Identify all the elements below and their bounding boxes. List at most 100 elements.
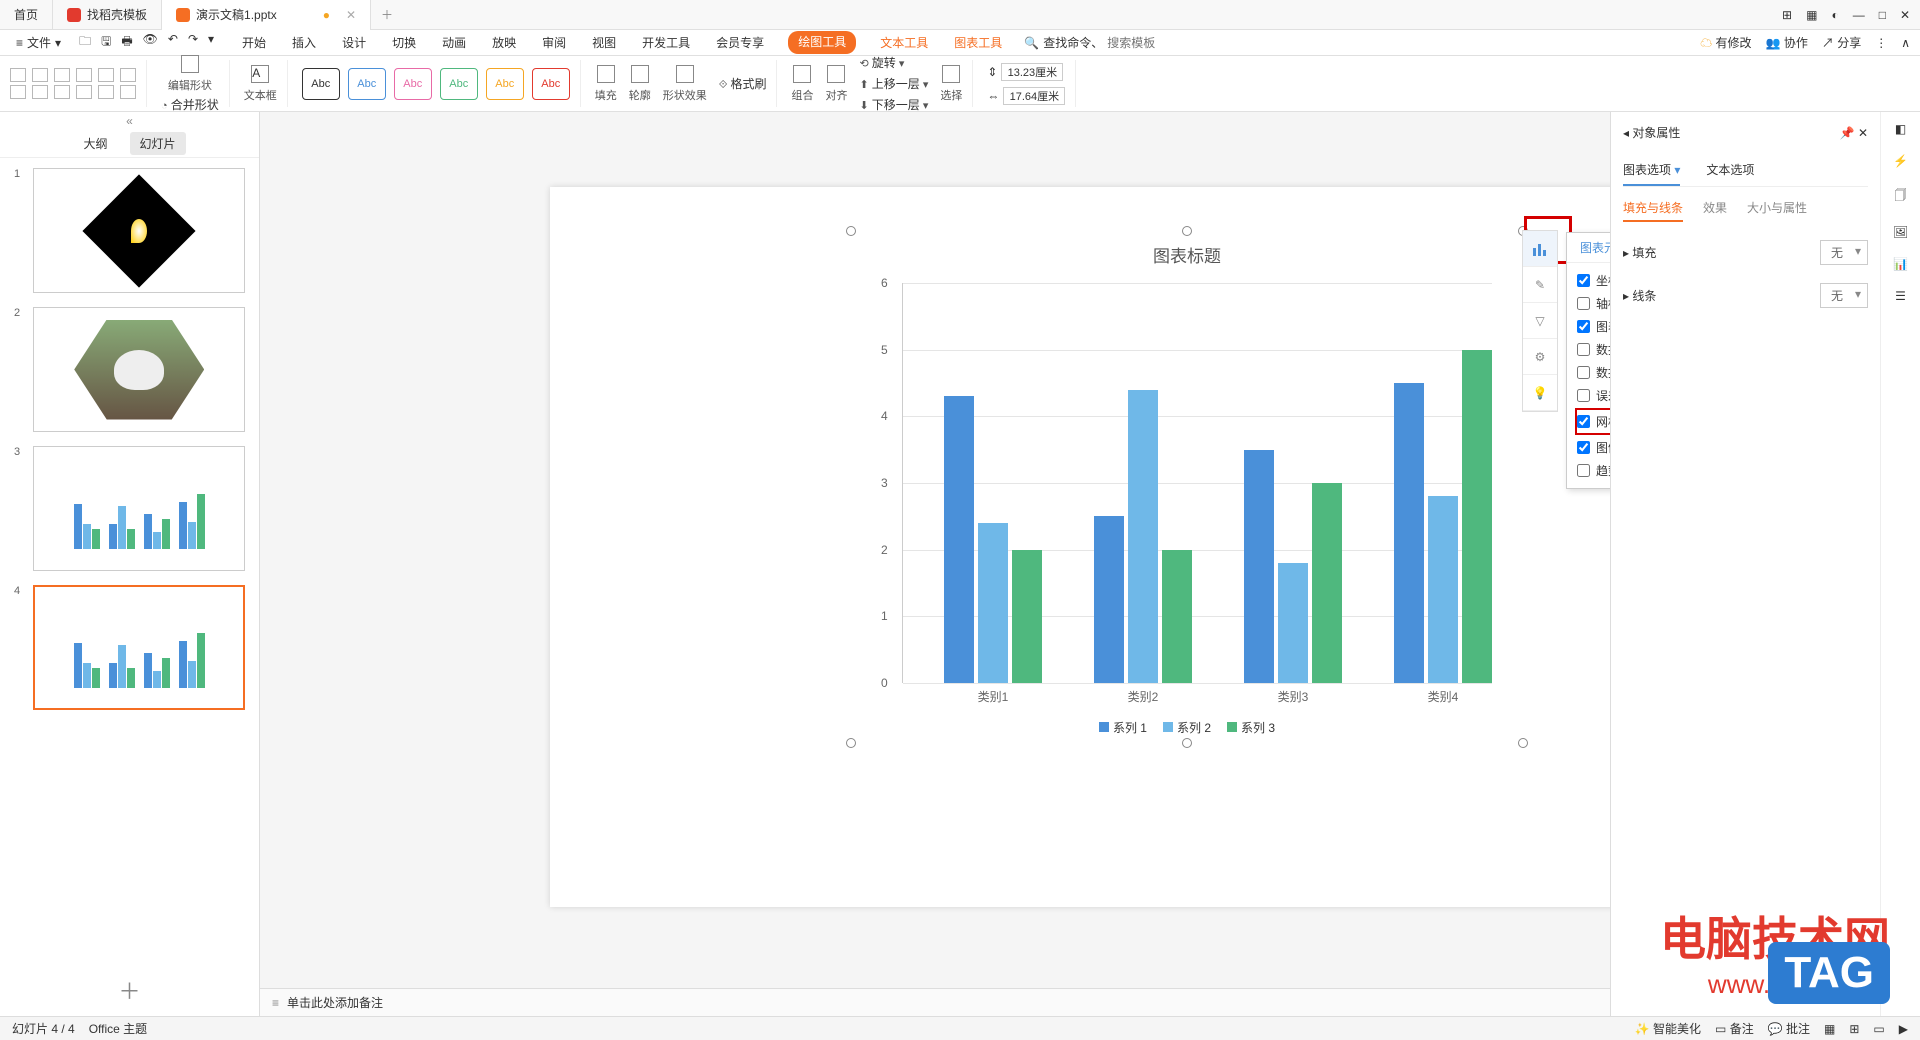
outline-button[interactable]: 轮廓 [629, 65, 651, 103]
coop-button[interactable]: 👥 协作 [1766, 34, 1808, 51]
chart-legend[interactable]: 系列 1系列 2系列 3 [852, 719, 1522, 736]
tab-add[interactable]: ＋ [371, 6, 403, 23]
save-icon[interactable]: 🖫 [101, 32, 111, 53]
slide-thumb-2[interactable] [33, 307, 245, 432]
tab-slideshow[interactable]: 放映 [490, 31, 518, 54]
notes-button[interactable]: ▭ 备注 [1715, 1020, 1754, 1037]
chart-options-tab[interactable]: 图表选项 ▾ [1623, 155, 1680, 186]
slides-tab[interactable]: 幻灯片 [130, 132, 186, 155]
maximize-icon[interactable]: □ [1879, 8, 1886, 22]
slide-canvas[interactable]: 图表标题 0123456类别1类别2类别3类别4 系列 1系列 2系列 3 ✎ … [260, 112, 1610, 1016]
chart-element-网格线[interactable]: 网格线 [1575, 408, 1610, 435]
fill-button[interactable]: 填充 [595, 65, 617, 103]
more-icon[interactable]: ⋮ [1875, 36, 1887, 50]
user-icon[interactable]: ◐ [1831, 8, 1838, 22]
shapes-gallery[interactable] [10, 60, 147, 107]
tab-document[interactable]: 演示文稿1.pptx●✕ [162, 0, 371, 30]
effect-subtab[interactable]: 效果 [1703, 199, 1727, 222]
slide-thumb-1[interactable] [33, 168, 245, 293]
tab-view[interactable]: 视图 [590, 31, 618, 54]
tab-review[interactable]: 审阅 [540, 31, 568, 54]
fill-select[interactable]: 无 [1820, 240, 1868, 265]
size-prop-subtab[interactable]: 大小与属性 [1747, 199, 1807, 222]
width-input[interactable] [1003, 87, 1065, 105]
open-icon[interactable]: 🗀 [79, 32, 91, 53]
format-painter[interactable]: ⟐ 格式刷 [719, 75, 767, 92]
select-button[interactable]: 选择 [940, 65, 962, 103]
chart-element-误差线[interactable]: 误差线 [1577, 384, 1610, 407]
chart-object[interactable]: 图表标题 0123456类别1类别2类别3类别4 系列 1系列 2系列 3 ✎ … [852, 232, 1522, 742]
view-reading-icon[interactable]: ▭ [1873, 1022, 1884, 1036]
apps-icon[interactable]: ▦ [1806, 8, 1817, 22]
textbox-label[interactable]: 文本框 [244, 87, 277, 103]
search-input[interactable] [1107, 36, 1227, 50]
beauty-button[interactable]: ✨ 智能美化 [1635, 1020, 1701, 1037]
style-6[interactable]: Abc [532, 68, 570, 100]
align-button[interactable]: 对齐 [825, 65, 847, 103]
style-icon[interactable]: ◧ [1895, 122, 1906, 136]
move-up-button[interactable]: ⬆ 上移一层 ▾ [859, 75, 928, 92]
tab-drawing-tools[interactable]: 绘图工具 [788, 31, 856, 54]
image-icon[interactable]: 🖼 [1893, 225, 1908, 239]
chart-title[interactable]: 图表标题 [852, 242, 1522, 267]
tab-design[interactable]: 设计 [340, 31, 368, 54]
rotate-button[interactable]: ⟲ 旋转 ▾ [859, 54, 928, 71]
edit-shape-icon[interactable] [181, 55, 199, 73]
style-5[interactable]: Abc [486, 68, 524, 100]
view-normal-icon[interactable]: ▦ [1824, 1022, 1835, 1036]
print-icon[interactable]: 🖶 [121, 32, 132, 53]
file-menu[interactable]: ≡ 文件 ▾ [10, 32, 67, 53]
comment-button[interactable]: 💬 批注 [1768, 1020, 1810, 1037]
layout-icon[interactable]: ⊞ [1782, 8, 1792, 22]
pin-icon[interactable]: 📌 [1840, 126, 1855, 140]
popup-tab-elements[interactable]: 图表元素 [1567, 233, 1610, 262]
notes-bar[interactable]: ≡ 单击此处添加备注 [260, 988, 1610, 1016]
close-icon[interactable]: ✕ [1900, 8, 1910, 22]
edit-shape-label[interactable]: 编辑形状 [168, 77, 212, 93]
line-select[interactable]: 无 [1820, 283, 1868, 308]
chart-element-数据表[interactable]: 数据表 [1577, 361, 1610, 384]
view-sorter-icon[interactable]: ⊞ [1849, 1022, 1859, 1036]
command-search[interactable]: 🔍 查找命令、 [1024, 34, 1227, 51]
height-input[interactable] [1001, 63, 1063, 81]
style-2[interactable]: Abc [348, 68, 386, 100]
style-1[interactable]: Abc [302, 68, 340, 100]
chart-element-图例[interactable]: 图例 [1577, 436, 1610, 459]
brush-icon[interactable]: ✎ [1523, 267, 1557, 303]
chart-element-坐标轴[interactable]: 坐标轴 [1577, 269, 1610, 292]
bulb-icon[interactable]: 💡 [1523, 375, 1557, 411]
redo-icon[interactable]: ↷ [188, 32, 198, 53]
slide-thumb-4[interactable] [33, 585, 245, 710]
minimize-icon[interactable]: — [1853, 8, 1865, 22]
collapse-ribbon-icon[interactable]: ∧ [1901, 36, 1910, 50]
tab-dev[interactable]: 开发工具 [640, 31, 692, 54]
slide-thumb-3[interactable] [33, 446, 245, 571]
textbox-icon[interactable]: A [251, 65, 269, 83]
more-qat[interactable]: ▾ [208, 32, 214, 53]
tab-insert[interactable]: 插入 [290, 31, 318, 54]
shape-styles[interactable]: Abc Abc Abc Abc Abc Abc [302, 68, 570, 100]
merge-shape-button[interactable]: ◔ 合并形状 [161, 96, 219, 113]
chart-element-图表标题[interactable]: 图表标题 [1577, 315, 1610, 338]
chart-plot-area[interactable]: 0123456类别1类别2类别3类别4 [902, 283, 1492, 683]
layers-icon[interactable]: 🗍 [1895, 186, 1907, 207]
tab-animation[interactable]: 动画 [440, 31, 468, 54]
anim-icon[interactable]: ⚡ [1893, 154, 1908, 168]
chart-element-数据标签[interactable]: 数据标签 [1577, 338, 1610, 361]
fill-line-subtab[interactable]: 填充与线条 [1623, 199, 1683, 222]
text-options-tab[interactable]: 文本选项 [1706, 155, 1754, 186]
tab-text-tools[interactable]: 文本工具 [878, 31, 930, 54]
share-button[interactable]: ↗ 分享 [1822, 34, 1861, 51]
filter-icon[interactable]: ▽ [1523, 303, 1557, 339]
group-button[interactable]: 组合 [791, 65, 813, 103]
tab-chart-tools[interactable]: 图表工具 [952, 31, 1004, 54]
chart-element-趋势线[interactable]: 趋势线 [1577, 459, 1610, 482]
chart-elements-icon[interactable] [1523, 231, 1557, 267]
gear-icon[interactable]: ⚙ [1523, 339, 1557, 375]
outline-tab[interactable]: 大纲 [73, 132, 117, 155]
tab-start[interactable]: 开始 [240, 31, 268, 54]
cloud-status[interactable]: ☁ 有修改 [1700, 34, 1751, 51]
settings-side-icon[interactable]: ☰ [1895, 289, 1906, 303]
view-slideshow-icon[interactable]: ▶ [1899, 1022, 1908, 1036]
chart-icon[interactable]: 📊 [1893, 257, 1908, 271]
